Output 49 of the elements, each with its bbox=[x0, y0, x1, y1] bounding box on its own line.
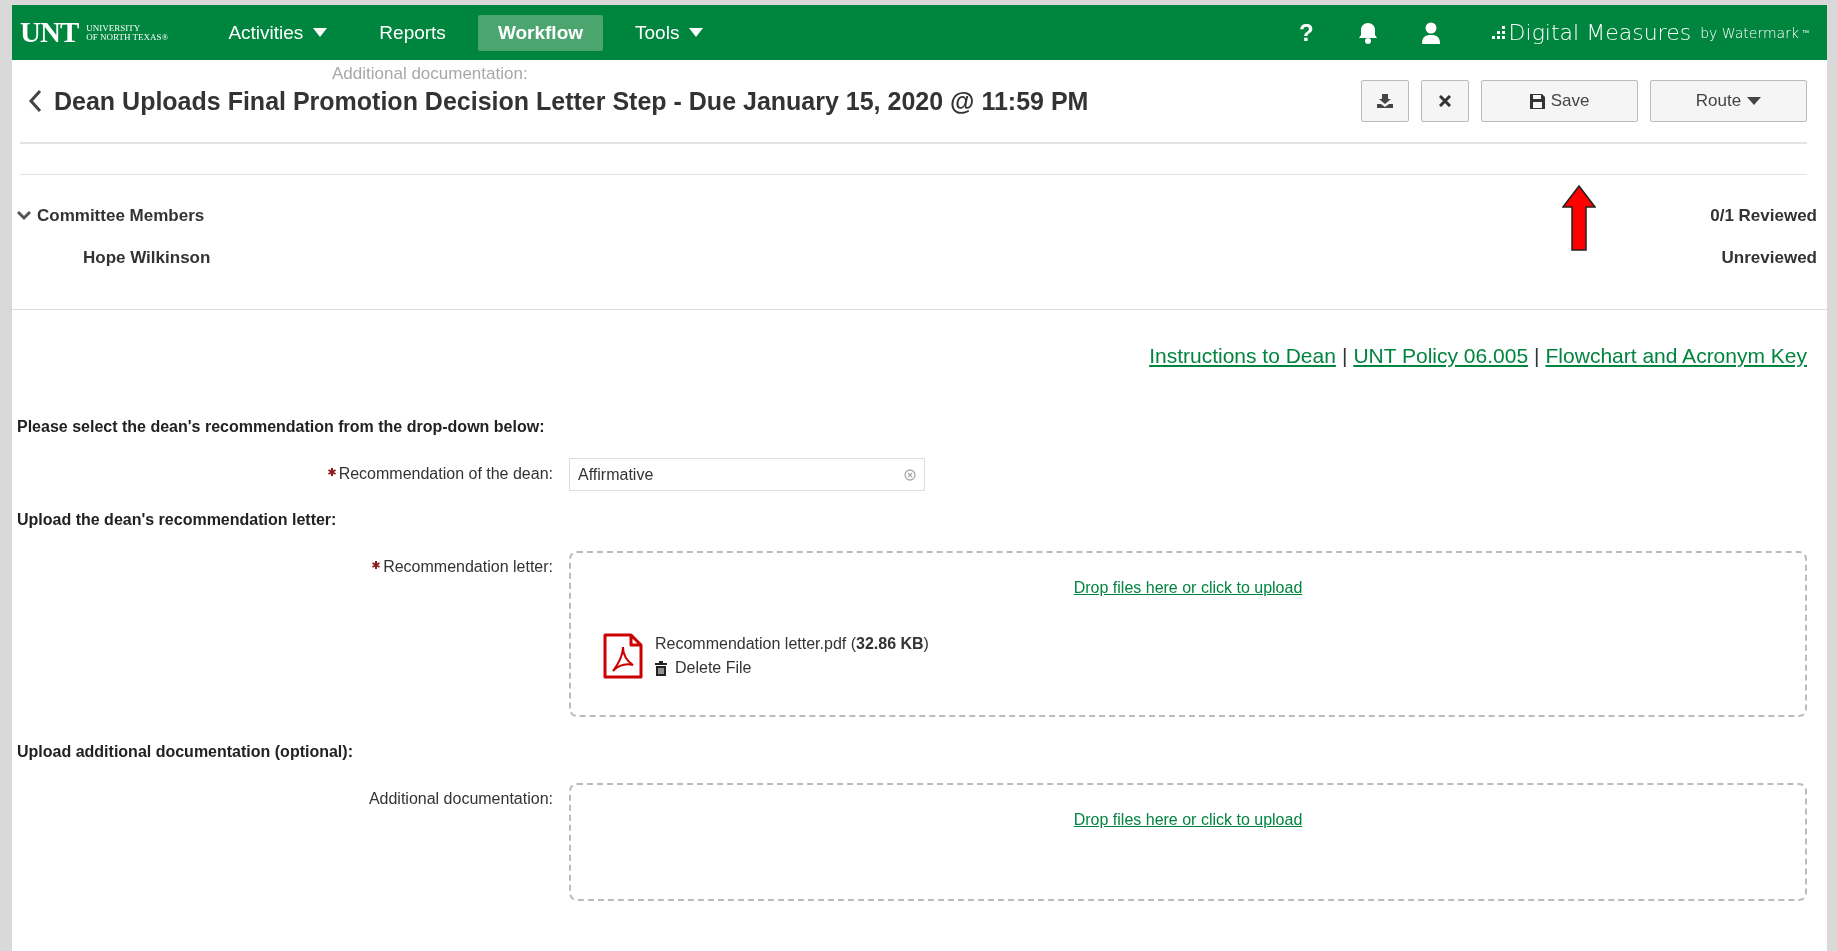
section-title: Committee Members bbox=[37, 206, 206, 226]
download-button[interactable] bbox=[1361, 80, 1409, 122]
member-name: Hope Wilkinson bbox=[83, 248, 212, 268]
file-name: Recommendation letter.pdf (32.86 KB) bbox=[655, 635, 929, 653]
nav-tab[interactable]: Activities bbox=[208, 14, 348, 51]
section-heading: Upload the dean's recommendation letter: bbox=[17, 511, 338, 529]
close-button[interactable] bbox=[1421, 80, 1469, 122]
upload-link[interactable]: Drop files here or click to upload bbox=[1073, 811, 1303, 829]
nav-tab[interactable]: Tools bbox=[615, 14, 724, 51]
section-heading: Please select the dean's recommendation from the drop-down below: bbox=[17, 418, 546, 436]
route-button[interactable]: Route bbox=[1650, 80, 1807, 122]
trash-icon bbox=[655, 660, 667, 676]
field-label: Recommendation letter: bbox=[383, 558, 553, 575]
link-separator: | bbox=[1341, 344, 1348, 368]
brand-byline: by Watermark bbox=[1700, 24, 1799, 41]
nav-tab[interactable]: Reports bbox=[359, 14, 466, 51]
user-icon[interactable] bbox=[1421, 21, 1440, 44]
bell-icon[interactable] bbox=[1357, 21, 1378, 44]
back-chevron-icon[interactable] bbox=[28, 89, 42, 113]
caret-down-icon bbox=[313, 28, 328, 37]
logo-text: OF NORTH TEXAS® bbox=[86, 32, 169, 42]
policy-link[interactable]: Instructions to Dean bbox=[1149, 344, 1336, 368]
logo-text: UNIVERSITY bbox=[86, 23, 142, 33]
caret-down-icon bbox=[689, 28, 704, 37]
page-title: Dean Uploads Final Promotion Decision Letter Step - Due January 15, 2020 @ 11:59 PM bbox=[54, 86, 1090, 116]
upload-link[interactable]: Drop files here or click to upload bbox=[1073, 579, 1303, 597]
select-field[interactable]: Affirmative bbox=[569, 458, 925, 491]
section-heading: Upload additional documentation (optional): bbox=[17, 743, 354, 761]
caret-down-icon bbox=[1747, 97, 1762, 105]
chevron-down-icon[interactable] bbox=[17, 211, 31, 221]
help-button[interactable]: ? bbox=[1298, 18, 1314, 47]
link-separator: | bbox=[1534, 344, 1540, 368]
review-count: 0/1 Reviewed bbox=[1710, 206, 1817, 226]
download-icon bbox=[1377, 94, 1393, 108]
close-icon bbox=[1439, 95, 1451, 107]
policy-link[interactable]: UNT Policy 06.005 bbox=[1353, 344, 1529, 368]
nav-tab[interactable]: Workflow bbox=[477, 14, 604, 51]
policy-link[interactable]: Flowchart and Acronym Key bbox=[1545, 344, 1807, 368]
dots-logo-icon bbox=[1491, 25, 1506, 40]
delete-file-button[interactable]: Delete File bbox=[655, 659, 929, 677]
field-label: Recommendation of the dean: bbox=[338, 465, 553, 482]
annotation-arrow-drawing bbox=[1562, 185, 1596, 251]
pdf-file-icon bbox=[603, 633, 643, 679]
field-label: Additional documentation: bbox=[368, 790, 553, 807]
save-button[interactable]: Save bbox=[1481, 80, 1638, 122]
brand-name: Digital Measures bbox=[1508, 20, 1692, 45]
logo-wordmark: UNT bbox=[20, 16, 79, 49]
drag-ghost-text: Additional documentation: bbox=[332, 64, 528, 84]
review-status: Unreviewed bbox=[1721, 248, 1817, 268]
